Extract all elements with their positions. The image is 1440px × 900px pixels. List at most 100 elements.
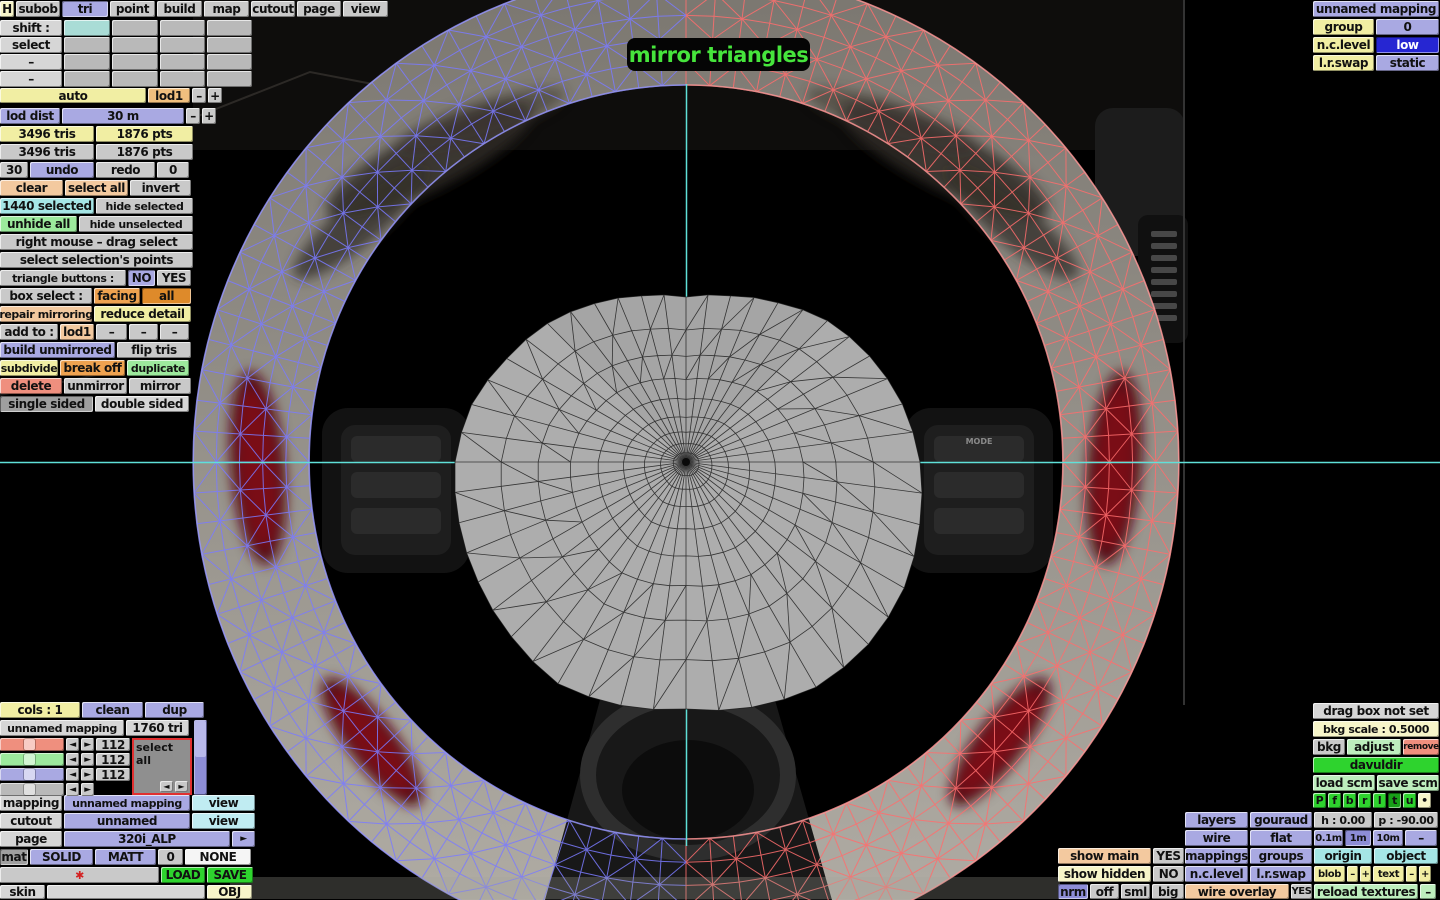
dash1-cell-3[interactable]: [160, 54, 205, 70]
lod-minus[interactable]: –: [192, 88, 206, 103]
step-right-arrow[interactable]: ►: [81, 753, 94, 766]
select-all-button[interactable]: select all: [65, 180, 128, 196]
cutout-view-button[interactable]: view: [192, 813, 255, 829]
normals-sml-button[interactable]: sml: [1121, 884, 1150, 899]
undo-button[interactable]: undo: [30, 162, 94, 178]
show-hidden-toggle[interactable]: NO: [1153, 866, 1184, 882]
tab-tri[interactable]: tri: [62, 1, 108, 17]
auto-button[interactable]: auto: [0, 88, 146, 103]
tab-page[interactable]: page: [297, 1, 341, 17]
hide-selected-button[interactable]: hide selected: [96, 198, 193, 214]
channel-slider-1[interactable]: [0, 753, 64, 766]
preview-step-arrow[interactable]: ►: [175, 781, 188, 792]
tab-subob[interactable]: subob: [16, 1, 60, 17]
repair-mirroring-button[interactable]: repair mirroring: [0, 306, 92, 322]
dash1-cell-2[interactable]: [112, 54, 158, 70]
select-cell-1[interactable]: [64, 37, 110, 53]
mirror-button[interactable]: mirror: [129, 378, 191, 394]
select-cell-3[interactable]: [160, 37, 205, 53]
break-off-button[interactable]: break off: [60, 360, 125, 376]
flat-button[interactable]: flat: [1250, 830, 1312, 846]
view-left-button[interactable]: l: [1373, 793, 1386, 808]
grid-1m-button[interactable]: 1m: [1345, 830, 1371, 846]
shift-cell-build[interactable]: [160, 20, 205, 36]
reload-minus-button[interactable]: –: [1420, 884, 1436, 899]
current-mapping-name[interactable]: unnamed mapping: [0, 720, 124, 736]
show-main-toggle[interactable]: YES: [1153, 848, 1184, 864]
invert-button[interactable]: invert: [130, 180, 191, 196]
add-to-slot-2[interactable]: –: [129, 324, 158, 340]
grid-01m-button[interactable]: 0.1m: [1314, 830, 1343, 846]
lr-swap-button[interactable]: l.r.swap: [1250, 866, 1312, 882]
normals-nrm-button[interactable]: nrm: [1058, 884, 1088, 899]
nc-level-button[interactable]: n.c.level: [1185, 866, 1248, 882]
tab-cutout[interactable]: cutout: [251, 1, 295, 17]
step-left-arrow[interactable]: ◄: [66, 738, 79, 751]
mappings-button[interactable]: mappings: [1185, 848, 1248, 864]
load-scm-button[interactable]: load scm: [1313, 775, 1375, 791]
lod-dist-plus[interactable]: +: [202, 108, 216, 124]
build-unmirrored-button[interactable]: build unmirrored: [0, 342, 115, 358]
slider-thumb[interactable]: [24, 754, 36, 765]
shift-cell-tri[interactable]: [64, 20, 110, 36]
dash1-cell-1[interactable]: [64, 54, 110, 70]
hide-unselected-button[interactable]: hide unselected: [79, 216, 193, 232]
show-main-label[interactable]: show main: [1058, 848, 1151, 864]
step-left-arrow[interactable]: ◄: [66, 753, 79, 766]
subdivide-button[interactable]: subdivide: [0, 360, 58, 376]
mat-matt-button[interactable]: MATT: [95, 849, 156, 865]
lod1-button[interactable]: lod1: [148, 88, 190, 103]
bkg-button[interactable]: bkg: [1313, 739, 1345, 755]
dash2-cell-2[interactable]: [112, 71, 158, 87]
mat-none-value[interactable]: NONE: [185, 849, 251, 865]
page-value[interactable]: 320i_ALP: [64, 831, 230, 847]
mapping-name-header[interactable]: unnamed mapping: [1313, 1, 1439, 17]
gouraud-button[interactable]: gouraud: [1250, 812, 1312, 828]
text-button[interactable]: text: [1373, 866, 1404, 882]
flip-tris-button[interactable]: flip tris: [117, 342, 191, 358]
mapping-preview-box[interactable]: select all ◄ ►: [132, 738, 192, 795]
box-select-facing[interactable]: facing: [94, 288, 140, 304]
obj-button[interactable]: OBJ: [207, 885, 252, 899]
normals-off-button[interactable]: off: [1090, 884, 1119, 899]
viewport-3d[interactable]: MODE: [0, 0, 1440, 900]
save-scm-button[interactable]: save scm: [1377, 775, 1439, 791]
single-sided-button[interactable]: single sided: [0, 396, 93, 412]
group-label[interactable]: group: [1313, 19, 1374, 35]
shift-cell-map[interactable]: [207, 20, 252, 36]
page-next-button[interactable]: ►: [232, 831, 255, 847]
shift-cell-point[interactable]: [112, 20, 158, 36]
select-selections-points-button[interactable]: select selection's points: [0, 252, 193, 268]
view-p-button[interactable]: P: [1313, 793, 1326, 808]
dup-button[interactable]: dup: [145, 702, 204, 718]
blob-button[interactable]: blob: [1314, 866, 1345, 882]
bkg-folder-name[interactable]: davuldir: [1313, 757, 1439, 773]
delete-button[interactable]: delete: [0, 378, 62, 394]
add-to-lod1[interactable]: lod1: [60, 324, 94, 340]
step-right-arrow[interactable]: ►: [81, 738, 94, 751]
nc-level-label[interactable]: n.c.level: [1313, 37, 1374, 53]
unhide-all-button[interactable]: unhide all: [0, 216, 77, 232]
view-back-button[interactable]: b: [1343, 793, 1356, 808]
view-front-button[interactable]: f: [1328, 793, 1341, 808]
select-cell-4[interactable]: [207, 37, 252, 53]
tab-map[interactable]: map: [204, 1, 249, 17]
save-button[interactable]: SAVE: [207, 867, 253, 883]
text-minus[interactable]: –: [1406, 866, 1417, 882]
view-dot-button[interactable]: •: [1418, 793, 1431, 808]
slider-thumb[interactable]: [24, 784, 36, 795]
lod-dist-minus[interactable]: –: [186, 108, 200, 124]
show-hidden-label[interactable]: show hidden: [1058, 866, 1151, 882]
slider-thumb[interactable]: [24, 769, 36, 780]
skin-value[interactable]: [47, 885, 205, 899]
cols-button[interactable]: cols : 1: [0, 702, 80, 718]
lr-swap-value[interactable]: static: [1376, 55, 1439, 71]
object-button[interactable]: object: [1374, 848, 1438, 864]
wire-overlay-label[interactable]: wire overlay: [1185, 884, 1289, 899]
drag-select-button[interactable]: right mouse – drag select: [0, 234, 193, 250]
clear-button[interactable]: clear: [0, 180, 63, 196]
load-button[interactable]: LOAD: [161, 867, 205, 883]
triangle-buttons-yes[interactable]: YES: [157, 270, 191, 286]
double-sided-button[interactable]: double sided: [95, 396, 189, 412]
dash2-cell-4[interactable]: [207, 71, 252, 87]
